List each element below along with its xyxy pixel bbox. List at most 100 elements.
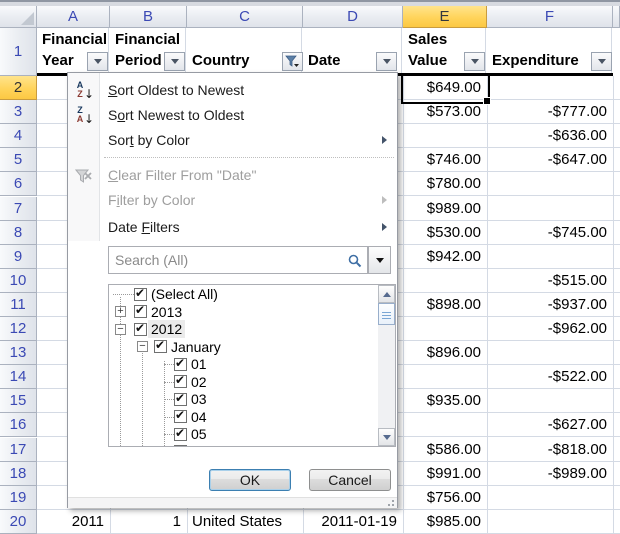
- filter-button-c[interactable]: [282, 52, 303, 71]
- cell-E20[interactable]: $985.00: [403, 510, 486, 534]
- tree-item-select-all[interactable]: (Select All): [148, 285, 221, 303]
- filter-button-e[interactable]: [464, 52, 485, 71]
- checkbox-04[interactable]: ✔: [174, 410, 187, 423]
- scroll-up-button[interactable]: [378, 285, 395, 303]
- tree-item-02[interactable]: 02: [188, 373, 210, 391]
- checkbox-january[interactable]: ✔: [154, 340, 167, 353]
- cell-F12[interactable]: -$962.00: [487, 317, 612, 341]
- row-header-11[interactable]: 11: [0, 293, 37, 317]
- ok-button[interactable]: OK: [209, 469, 291, 491]
- fill-handle[interactable]: [483, 97, 491, 105]
- scrollbar-thumb[interactable]: [378, 303, 395, 325]
- select-all-corner[interactable]: [0, 6, 37, 28]
- menu-item-sort-by-color[interactable]: Sort by Color: [68, 128, 397, 153]
- filter-button-d[interactable]: [376, 52, 397, 71]
- row-header-17[interactable]: 17: [0, 438, 37, 462]
- row-header-2[interactable]: 2: [0, 76, 37, 100]
- filter-button-a[interactable]: [87, 52, 108, 71]
- row-header-19[interactable]: 19: [0, 486, 37, 510]
- row-header-20[interactable]: 20: [0, 510, 37, 534]
- menu-item-sort-oldest-to-newest[interactable]: Sort Oldest to NewestAZ↓: [68, 78, 397, 103]
- expand-plus-icon[interactable]: +: [115, 306, 126, 317]
- collapse-minus-icon[interactable]: −: [137, 341, 148, 352]
- cell-E18[interactable]: $991.00: [403, 462, 486, 486]
- cell-E13[interactable]: $896.00: [403, 341, 486, 365]
- cell-E6[interactable]: $780.00: [403, 172, 486, 196]
- cell-E15[interactable]: $935.00: [403, 389, 486, 413]
- scroll-down-button[interactable]: [378, 428, 395, 446]
- checkbox-2012[interactable]: ✔: [134, 323, 147, 336]
- cell-F14[interactable]: -$522.00: [487, 365, 612, 389]
- checkbox-02[interactable]: ✔: [174, 375, 187, 388]
- cell-F8[interactable]: -$745.00: [487, 221, 612, 245]
- tree-item-05[interactable]: 05: [188, 425, 210, 443]
- cell-A20[interactable]: 2011: [37, 510, 109, 534]
- cell-F16[interactable]: -$627.00: [487, 413, 612, 437]
- filter-button-f[interactable]: [591, 52, 612, 71]
- cell-F11[interactable]: -$937.00: [487, 293, 612, 317]
- row-header-5[interactable]: 5: [0, 148, 37, 172]
- row-header-18[interactable]: 18: [0, 462, 37, 486]
- row-header-10[interactable]: 10: [0, 269, 37, 293]
- cell-F3[interactable]: -$777.00: [487, 100, 612, 124]
- cell-F17[interactable]: -$818.00: [487, 438, 612, 462]
- checkbox-05[interactable]: ✔: [174, 428, 187, 441]
- checkbox-03[interactable]: ✔: [174, 393, 187, 406]
- row-header-12[interactable]: 12: [0, 317, 37, 341]
- tree-item-03[interactable]: 03: [188, 390, 210, 408]
- checkbox-select-all[interactable]: ✔: [134, 288, 147, 301]
- tree-item-01[interactable]: 01: [188, 355, 210, 373]
- cell-E9[interactable]: $942.00: [403, 245, 486, 269]
- cell-E7[interactable]: $989.00: [403, 197, 486, 221]
- filter-search-box[interactable]: [108, 246, 368, 274]
- row-header-1[interactable]: 1: [0, 28, 37, 76]
- tree-scrollbar[interactable]: [378, 285, 395, 446]
- search-dropdown-button[interactable]: [368, 246, 391, 274]
- column-header-c[interactable]: C: [187, 6, 303, 28]
- cell-F10[interactable]: -$515.00: [487, 269, 612, 293]
- cell-E17[interactable]: $586.00: [403, 438, 486, 462]
- resize-grip[interactable]: [392, 504, 394, 506]
- cell-D20[interactable]: 2011-01-19: [303, 510, 402, 534]
- collapse-minus-icon[interactable]: −: [115, 324, 126, 335]
- row-header-9[interactable]: 9: [0, 245, 37, 269]
- checkbox-06[interactable]: ✔: [174, 445, 187, 447]
- row-header-8[interactable]: 8: [0, 221, 37, 245]
- row-header-14[interactable]: 14: [0, 365, 37, 389]
- cancel-button[interactable]: Cancel: [309, 469, 391, 491]
- header-label: Period: [115, 52, 162, 69]
- row-header-7[interactable]: 7: [0, 197, 37, 221]
- checkbox-2013[interactable]: ✔: [134, 305, 147, 318]
- cell-E8[interactable]: $530.00: [403, 221, 486, 245]
- row-header-15[interactable]: 15: [0, 389, 37, 413]
- row-header-16[interactable]: 16: [0, 413, 37, 437]
- cell-E11[interactable]: $898.00: [403, 293, 486, 317]
- cell-C20[interactable]: United States: [187, 510, 302, 534]
- cell-F4[interactable]: -$636.00: [487, 124, 612, 148]
- cell-B20[interactable]: 1: [110, 510, 186, 534]
- cell-F5[interactable]: -$647.00: [487, 148, 612, 172]
- tree-item-2012[interactable]: 2012: [148, 320, 185, 338]
- row-header-13[interactable]: 13: [0, 341, 37, 365]
- menu-item-date-filters[interactable]: Date Filters: [68, 215, 397, 240]
- search-input[interactable]: [109, 247, 367, 273]
- row-header-4[interactable]: 4: [0, 124, 37, 148]
- menu-item-sort-newest-to-oldest[interactable]: Sort Newest to OldestZA↓: [68, 103, 397, 128]
- tree-item-06[interactable]: 06: [188, 443, 210, 448]
- column-header-a[interactable]: A: [37, 6, 110, 28]
- row-header-3[interactable]: 3: [0, 100, 37, 124]
- cell-F18[interactable]: -$989.00: [487, 462, 612, 486]
- column-header-b[interactable]: B: [110, 6, 187, 28]
- filter-button-b[interactable]: [164, 52, 185, 71]
- row-header-6[interactable]: 6: [0, 172, 37, 196]
- tree-item-04[interactable]: 04: [188, 408, 210, 426]
- column-header-partial[interactable]: [613, 6, 620, 28]
- checkbox-01[interactable]: ✔: [174, 358, 187, 371]
- tree-item-2013[interactable]: 2013: [148, 303, 185, 321]
- column-header-d[interactable]: D: [303, 6, 403, 28]
- cell-E5[interactable]: $746.00: [403, 148, 486, 172]
- cell-E19[interactable]: $756.00: [403, 486, 486, 510]
- column-header-f[interactable]: F: [487, 6, 613, 28]
- tree-item-january[interactable]: January: [168, 338, 224, 356]
- column-header-e[interactable]: E: [403, 6, 487, 28]
